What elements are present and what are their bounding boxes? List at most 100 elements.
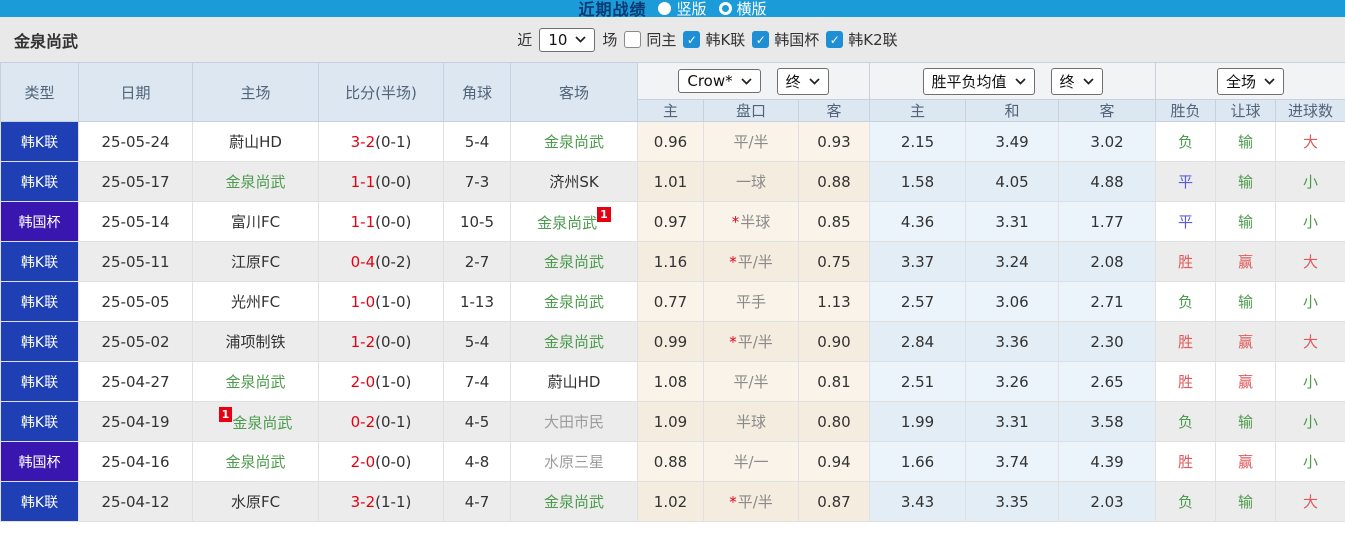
- fulltime-select[interactable]: 全场: [1217, 67, 1285, 95]
- home-team-cell: 浦项制铁: [192, 321, 319, 362]
- radio-selected-icon: [658, 1, 672, 15]
- recent-results-page: 近期战绩 竖版 横版 金泉尚武 近 10 场 ✓ 同主 ✓ 韩K联 ✓: [0, 0, 1345, 534]
- result-handicap-cell: 输: [1215, 201, 1277, 242]
- odds-away-cell: 0.80: [797, 401, 871, 442]
- col-header-corner: 角球: [443, 62, 511, 122]
- odds-away-cell: 0.88: [797, 161, 871, 202]
- avg-away-cell: 3.58: [1058, 401, 1157, 442]
- table-row: 韩K联 25-05-05 光州FC 1-0(1-0) 1-13 金泉尚武 0.77 平手 1.1…: [0, 281, 1345, 322]
- avg-draw-cell: 4.05: [965, 161, 1060, 202]
- home-team-cell: 金泉尚武: [192, 441, 319, 482]
- result-goals-cell: 小: [1275, 361, 1345, 402]
- date-cell: 25-05-14: [78, 201, 193, 242]
- type-cell: 韩K联: [0, 321, 79, 362]
- result-goals-cell: 小: [1275, 161, 1345, 202]
- handicap-cell: *平/半: [703, 481, 799, 522]
- result-goals-cell: 大: [1275, 321, 1345, 362]
- layout-vertical-label: 竖版: [676, 0, 707, 17]
- odds-home-cell: 0.77: [637, 281, 704, 322]
- avg-draw-cell: 3.06: [965, 281, 1060, 322]
- avg-draw-cell: 3.74: [965, 441, 1060, 482]
- table-row: 韩K联 25-05-17 金泉尚武 1-1(0-0) 7-3 济州SK 1.01 一球 0.88…: [0, 161, 1345, 202]
- result-wdl-cell: 平: [1155, 161, 1217, 202]
- home-team-cell: 1 金泉尚武: [192, 401, 319, 442]
- check-icon: ✓: [829, 32, 840, 47]
- result-wdl-cell: 胜: [1155, 361, 1217, 402]
- odds-home-cell: 0.99: [637, 321, 704, 362]
- avg-home-cell: 3.37: [869, 241, 967, 282]
- odds-away-cell: 0.87: [797, 481, 871, 522]
- games-label: 场: [602, 31, 618, 49]
- avg-time-select[interactable]: 终: [1050, 67, 1103, 95]
- avg-type-select[interactable]: 胜平负均值: [922, 67, 1035, 95]
- result-goals-cell: 大: [1275, 121, 1345, 162]
- filter-controls: 近 10 场 ✓ 同主 ✓ 韩K联 ✓ 韩国杯 ✓ 韩K2联: [447, 27, 898, 52]
- home-team-cell: 光州FC: [192, 281, 319, 322]
- chevron-down-icon: [741, 77, 752, 85]
- check-icon: ✓: [686, 32, 697, 47]
- type-cell: 韩K联: [0, 401, 79, 442]
- chevron-down-icon: [575, 36, 587, 43]
- bookmaker-select[interactable]: Crow*: [678, 69, 761, 93]
- avg-group-header: 胜平负均值 终: [869, 62, 1157, 100]
- league-checkbox-koreacup[interactable]: ✓: [752, 31, 770, 48]
- result-goals-cell: 小: [1275, 441, 1345, 482]
- type-cell: 韩K联: [0, 281, 79, 322]
- away-team-cell: 金泉尚武: [510, 481, 638, 522]
- odds-home-cell: 0.97: [637, 201, 704, 242]
- avg-time-value: 终: [1059, 72, 1075, 91]
- sub-header-avg-draw: 和: [965, 99, 1060, 122]
- result-goals-cell: 小: [1275, 401, 1345, 442]
- layout-radio-vertical[interactable]: 竖版: [658, 0, 707, 17]
- home-team-cell: 蔚山HD: [192, 121, 319, 162]
- odds-time-select[interactable]: 终: [776, 67, 829, 95]
- avg-draw-cell: 3.49: [965, 121, 1060, 162]
- score-cell: 2-0(1-0): [318, 361, 444, 402]
- league-checkbox-kleague[interactable]: ✓: [683, 31, 701, 48]
- away-team-cell: 金泉尚武 1: [510, 201, 638, 242]
- corner-cell: 7-4: [443, 361, 511, 402]
- avg-home-cell: 1.58: [869, 161, 967, 202]
- result-handicap-cell: 输: [1215, 481, 1277, 522]
- layout-radio-horizontal[interactable]: 横版: [718, 0, 767, 17]
- handicap-cell: *平/半: [703, 321, 799, 362]
- col-header-type: 类型: [0, 62, 79, 122]
- avg-draw-cell: 3.35: [965, 481, 1060, 522]
- page-title: 近期战绩: [578, 0, 647, 17]
- handicap-cell: 平手: [703, 281, 799, 322]
- avg-draw-cell: 3.26: [965, 361, 1060, 402]
- avg-away-cell: 2.08: [1058, 241, 1157, 282]
- avg-home-cell: 2.51: [869, 361, 967, 402]
- avg-draw-cell: 3.31: [965, 401, 1060, 442]
- league-label-k2league: 韩K2联: [848, 31, 898, 49]
- table-row: 韩K联 25-05-11 江原FC 0-4(0-2) 2-7 金泉尚武 1.16 *平/半 0.…: [0, 241, 1345, 282]
- league-checkbox-k2league[interactable]: ✓: [826, 31, 844, 48]
- result-handicap-cell: 赢: [1215, 441, 1277, 482]
- match-count-select[interactable]: 10: [539, 27, 596, 52]
- avg-away-cell: 4.39: [1058, 441, 1157, 482]
- chevron-down-icon: [1014, 77, 1026, 85]
- table-row: 韩K联 25-05-02 浦项制铁 1-2(0-0) 5-4 金泉尚武 0.99 *平/半 0.…: [0, 321, 1345, 362]
- result-handicap-cell: 输: [1215, 401, 1277, 442]
- table-row: 韩K联 25-05-24 蔚山HD 3-2(0-1) 5-4 金泉尚武 0.96 平/半 0.9…: [0, 121, 1345, 162]
- odds-home-cell: 0.96: [637, 121, 704, 162]
- odds-home-cell: 1.09: [637, 401, 704, 442]
- avg-away-cell: 1.77: [1058, 201, 1157, 242]
- near-label: 近: [517, 31, 533, 49]
- table-row: 韩国杯 25-05-14 富川FC 1-1(0-0) 10-5 金泉尚武 1 0.97 *半球 0…: [0, 201, 1345, 242]
- col-header-date: 日期: [78, 62, 193, 122]
- odds-home-cell: 0.88: [637, 441, 704, 482]
- score-cell: 1-0(1-0): [318, 281, 444, 322]
- date-cell: 25-05-11: [78, 241, 193, 282]
- corner-cell: 7-3: [443, 161, 511, 202]
- same-home-checkbox[interactable]: ✓: [624, 31, 642, 48]
- avg-away-cell: 2.03: [1058, 481, 1157, 522]
- col-header-score: 比分(半场): [318, 62, 444, 122]
- handicap-cell: 半球: [703, 401, 799, 442]
- filter-bar: 金泉尚武 近 10 场 ✓ 同主 ✓ 韩K联 ✓ 韩国杯 ✓ 韩K2联: [0, 17, 1345, 62]
- type-cell: 韩国杯: [0, 201, 79, 242]
- type-cell: 韩国杯: [0, 441, 79, 482]
- date-cell: 25-05-05: [78, 281, 193, 322]
- score-cell: 1-2(0-0): [318, 321, 444, 362]
- score-cell: 0-2(0-1): [318, 401, 444, 442]
